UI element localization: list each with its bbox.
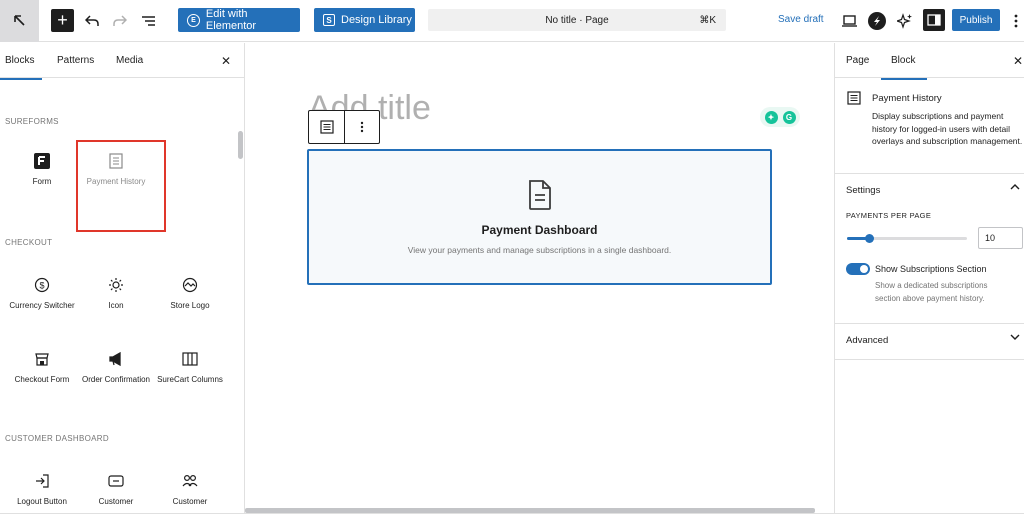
store-logo-icon — [153, 275, 227, 295]
columns-icon — [153, 349, 227, 369]
preview-icon[interactable] — [840, 9, 858, 33]
block-inserter-panel: Blocks Patterns Media ✕ SUREFORMS Form P… — [0, 43, 245, 513]
tab-blocks[interactable]: Blocks — [0, 55, 44, 80]
currency-icon: $ — [5, 275, 79, 295]
block-item-surecart-columns[interactable]: SureCart Columns — [153, 349, 227, 385]
toggle-help-text: Show a dedicated subscriptions section a… — [875, 281, 988, 303]
edit-with-elementor-button[interactable]: E Edit with Elementor — [178, 8, 300, 32]
footer-strip — [0, 513, 1024, 523]
strattic-logo-icon[interactable] — [868, 9, 886, 33]
lightbulb-icon: ✦ — [764, 110, 778, 124]
add-block-button[interactable]: + — [51, 9, 74, 32]
list-view-icon[interactable] — [138, 9, 158, 33]
block-toolbar — [308, 110, 380, 144]
category-customer-dashboard: CUSTOMER DASHBOARD — [5, 434, 109, 443]
block-item-order-confirmation[interactable]: Order Confirmation — [79, 349, 153, 385]
users-icon — [153, 471, 227, 491]
tab-patterns[interactable]: Patterns — [57, 55, 94, 66]
category-sureforms: SUREFORMS — [5, 117, 59, 126]
settings-sidebar: Page Block ✕ Payment History Display sub… — [834, 43, 1024, 513]
close-icon[interactable]: ✕ — [221, 54, 231, 68]
grammarly-widget[interactable]: ✦ G — [760, 107, 800, 127]
close-icon[interactable]: ✕ — [1013, 54, 1023, 68]
megaphone-icon — [79, 349, 153, 369]
block-subtitle: View your payments and manage subscripti… — [407, 245, 672, 255]
design-library-icon: S — [323, 14, 335, 26]
ai-sparkle-icon[interactable] — [896, 9, 914, 33]
back-arrow-icon[interactable] — [0, 0, 39, 42]
advanced-panel[interactable]: Advanced — [835, 324, 1024, 360]
block-options-icon[interactable] — [344, 111, 379, 143]
block-item-customer-dashboard-2[interactable]: Customer — [153, 471, 227, 507]
logout-icon — [5, 471, 79, 491]
advanced-panel-title: Advanced — [846, 335, 889, 346]
editor-canvas: Add title ✦ G Payment Dashboard View you… — [245, 43, 834, 513]
block-card-description: Display subscriptions and payment histor… — [872, 111, 1023, 146]
publish-button[interactable]: Publish — [952, 9, 1000, 31]
payments-per-page-label: PAYMENTS PER PAGE — [846, 211, 932, 220]
block-item-store-logo[interactable]: Store Logo — [153, 275, 227, 311]
toggle-label: Show Subscriptions Section — [875, 264, 987, 274]
undo-icon[interactable] — [82, 9, 102, 33]
block-item-checkout-form[interactable]: Checkout Form — [5, 349, 79, 385]
inserter-scrollbar[interactable] — [238, 131, 243, 159]
slider-thumb[interactable] — [865, 234, 874, 243]
payment-history-icon — [847, 91, 861, 110]
settings-panel-title[interactable]: Settings — [846, 185, 880, 196]
elementor-icon: E — [187, 13, 200, 27]
highlight-annotation-box — [76, 140, 166, 232]
button-block-icon — [79, 471, 153, 491]
block-title: Payment Dashboard — [481, 223, 598, 237]
block-type-icon[interactable] — [309, 111, 344, 143]
document-title-bar[interactable]: No title · Page ⌘K — [428, 9, 726, 31]
settings-tabs: Page Block ✕ — [835, 43, 1024, 80]
chevron-down-icon[interactable] — [1010, 332, 1020, 343]
block-item-icon[interactable]: Icon — [79, 275, 153, 311]
redo-icon[interactable] — [110, 9, 130, 33]
inserter-tabs: Blocks Patterns Media ✕ — [0, 43, 244, 80]
document-icon — [527, 179, 553, 216]
block-item-form[interactable]: Form — [5, 151, 79, 187]
more-options-icon[interactable] — [1010, 9, 1022, 33]
block-card-title: Payment History — [872, 93, 942, 104]
show-subscriptions-toggle[interactable] — [846, 263, 870, 275]
editor-header: + E Edit with Elementor S Design Library… — [0, 0, 1024, 42]
payments-per-page-slider[interactable] — [847, 234, 967, 243]
block-card: Payment History Display subscriptions an… — [835, 78, 1024, 174]
category-checkout: CHECKOUT — [5, 238, 53, 247]
storefront-icon — [5, 349, 79, 369]
block-item-logout-button[interactable]: Logout Button — [5, 471, 79, 507]
settings-sidebar-toggle-icon[interactable] — [923, 9, 945, 31]
save-draft-button[interactable]: Save draft — [778, 14, 824, 25]
payments-per-page-input[interactable]: 10 — [978, 227, 1023, 249]
form-icon — [5, 151, 79, 171]
block-item-customer-dashboard-1[interactable]: Customer — [79, 471, 153, 507]
tab-page[interactable]: Page — [846, 55, 869, 66]
tab-media[interactable]: Media — [116, 55, 143, 66]
svg-text:$: $ — [39, 281, 44, 291]
sun-icon — [79, 275, 153, 295]
design-library-button[interactable]: S Design Library — [314, 8, 415, 32]
tab-block[interactable]: Block — [880, 55, 929, 80]
settings-panel: Settings PAYMENTS PER PAGE 10 Show Subsc… — [835, 174, 1024, 324]
block-item-currency-switcher[interactable]: $ Currency Switcher — [5, 275, 79, 311]
payment-dashboard-block[interactable]: Payment Dashboard View your payments and… — [307, 149, 772, 285]
grammarly-icon: G — [782, 110, 796, 124]
chevron-up-icon[interactable] — [1010, 182, 1020, 193]
